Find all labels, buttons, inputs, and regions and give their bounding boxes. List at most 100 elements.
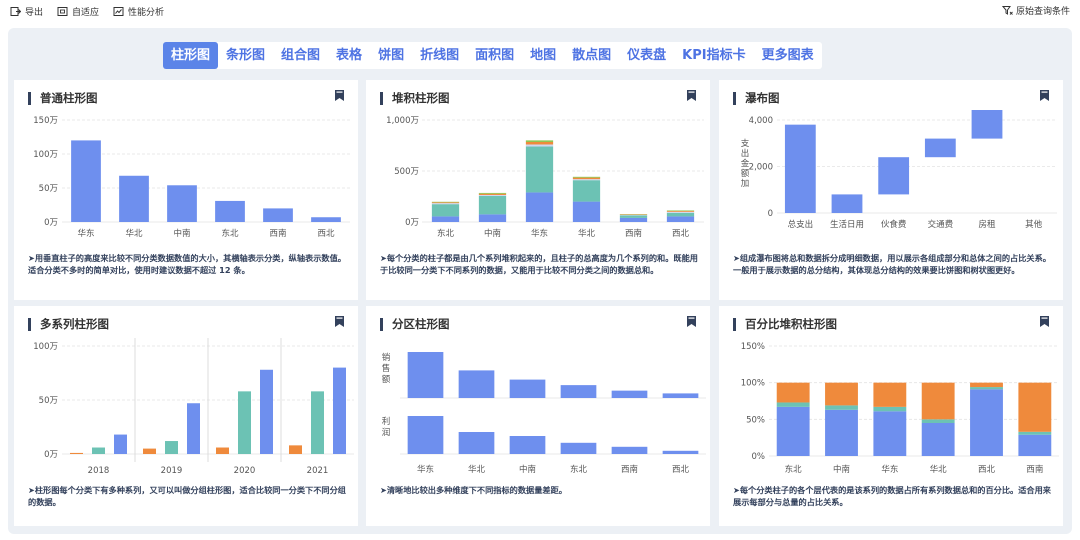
bar [311, 217, 341, 222]
stacked-bar-segment [619, 214, 648, 216]
x-tick-label: 华北 [578, 228, 596, 239]
y-tick-label: 0 [768, 209, 773, 219]
x-tick-label: 2019 [161, 466, 183, 476]
stacked-bar-segment [525, 192, 554, 222]
bar [71, 140, 101, 222]
x-tick-label: 华北 [930, 464, 948, 475]
chart-multi-series-column: 0万 50万 100万 2018 2019 2020 2021 [33, 338, 354, 476]
y-axis-label: 加 [741, 178, 750, 189]
tab-map[interactable]: 地图 [522, 42, 564, 69]
card-description: ➤每个分类的柱子都是由几个系列堆积起来的，且柱子的总高度为几个系列的和。既能用于… [380, 253, 698, 275]
x-tick-label: 中南 [173, 228, 190, 239]
stacked-bar-segment [970, 382, 1003, 388]
bar [333, 367, 346, 454]
filter-icon [1001, 6, 1013, 15]
stacked-bar-segment [873, 406, 907, 412]
card-title: 瀑布图 [745, 91, 780, 105]
bookmark-icon[interactable] [333, 315, 346, 328]
card-multi-series-column: 多系列柱形图 0万 50万 100万 2018 2019 2020 2021 ➤柱形图每个分… [14, 306, 358, 526]
waterfall-bar [831, 194, 863, 213]
bar [311, 391, 324, 454]
x-tick-label: 2020 [234, 466, 256, 476]
stacked-bar-segment [478, 194, 507, 196]
bar [114, 434, 127, 454]
tab-line[interactable]: 折线图 [412, 42, 467, 69]
x-tick-label: 华北 [125, 228, 143, 239]
stacked-bar-segment [1018, 431, 1052, 435]
bookmark-icon[interactable] [685, 89, 698, 102]
bar [611, 446, 648, 454]
tab-table[interactable]: 表格 [328, 42, 370, 69]
tab-gauge[interactable]: 仪表盘 [619, 42, 674, 69]
chart-percent-stacked-column: 0% 50% 100% 150% 东北 中南 华东 华北 西北 西南 [741, 342, 1059, 475]
tab-kpi[interactable]: KPI指标卡 [674, 42, 753, 69]
export-icon [10, 6, 21, 16]
bar [560, 442, 597, 454]
tab-combo[interactable]: 组合图 [273, 42, 328, 69]
x-tick-label: 交通费 [928, 219, 954, 230]
title-accent-bar [380, 91, 383, 105]
bar [289, 445, 302, 454]
y-tick-label: 50万 [39, 184, 58, 194]
bar [662, 393, 699, 398]
bar [458, 370, 495, 398]
top-toolbar: 导出 自适应 性能分析 原始查询条件 [0, 0, 1080, 22]
bar [215, 200, 245, 222]
bookmark-icon[interactable] [333, 89, 346, 102]
stacked-bar-segment [572, 201, 601, 222]
y-tick-label: 0% [752, 452, 766, 462]
x-tick-label: 华东 [77, 228, 94, 239]
stacked-bar-segment [825, 382, 858, 406]
perf-analysis-button[interactable]: 性能分析 [113, 5, 164, 18]
stacked-bar-segment [666, 211, 695, 213]
stacked-bar-segment [666, 212, 695, 217]
stacked-bar-segment [431, 204, 460, 217]
x-tick-label: 2018 [88, 466, 110, 476]
y-tick-label: 100万 [33, 150, 58, 160]
tab-bar[interactable]: 条形图 [218, 42, 273, 69]
tab-scatter[interactable]: 散点图 [564, 42, 619, 69]
tab-column[interactable]: 柱形图 [163, 42, 219, 69]
stacked-bar-segment [666, 216, 695, 222]
card-waterfall: 瀑布图 0 2,000 4,000 支出金额加总支出 生活日用 伙食费 交通费 房租 其他 ➤组… [719, 80, 1063, 300]
title-accent-bar [380, 317, 383, 331]
tab-more[interactable]: 更多图表 [754, 42, 822, 69]
x-tick-label: 西南 [621, 464, 638, 475]
stacked-bar-segment [572, 177, 601, 180]
stacked-bar-segment [921, 419, 955, 423]
stacked-bar-segment [619, 217, 648, 222]
title-accent-bar [733, 91, 736, 105]
series-label: 销 [382, 352, 391, 363]
y-axis-label: 金 [741, 158, 750, 169]
perf-label: 性能分析 [128, 7, 165, 18]
stacked-bar-segment [431, 203, 460, 205]
fit-screen-icon [57, 6, 68, 16]
y-tick-label: 0万 [44, 218, 58, 228]
adapt-button[interactable]: 自适应 [57, 5, 99, 18]
x-tick-label: 东北 [437, 228, 455, 239]
stacked-bar-segment [970, 389, 1003, 456]
bookmark-icon[interactable] [1038, 89, 1051, 102]
stacked-bar-segment [525, 146, 554, 193]
x-tick-label: 华北 [468, 464, 486, 475]
waterfall-bar [971, 110, 1003, 139]
bar [509, 379, 546, 398]
y-axis-label: 出 [741, 148, 750, 159]
query-conditions-button[interactable]: 原始查询条件 [1001, 4, 1070, 17]
series-label: 利 [382, 416, 391, 427]
tab-area[interactable]: 面积图 [467, 42, 522, 69]
stacked-bar-segment [478, 192, 507, 194]
stacked-bar-segment [431, 216, 460, 222]
stacked-bar-segment [431, 201, 460, 203]
tab-pie[interactable]: 饼图 [370, 42, 412, 69]
bar [662, 450, 699, 454]
x-tick-label: 西南 [1026, 464, 1043, 475]
export-button[interactable]: 导出 [10, 5, 43, 18]
y-axis-label: 额 [741, 168, 750, 179]
card-description: ➤柱形图每个分类下有多种系列，又可以叫做分组柱形图，适合比较同一分类下不同分组的… [28, 485, 346, 507]
y-tick-label: 100% [741, 379, 765, 389]
bookmark-icon[interactable] [1038, 315, 1051, 328]
bookmark-icon[interactable] [685, 315, 698, 328]
y-tick-label: 50% [746, 415, 765, 425]
x-tick-label: 房租 [978, 219, 996, 230]
